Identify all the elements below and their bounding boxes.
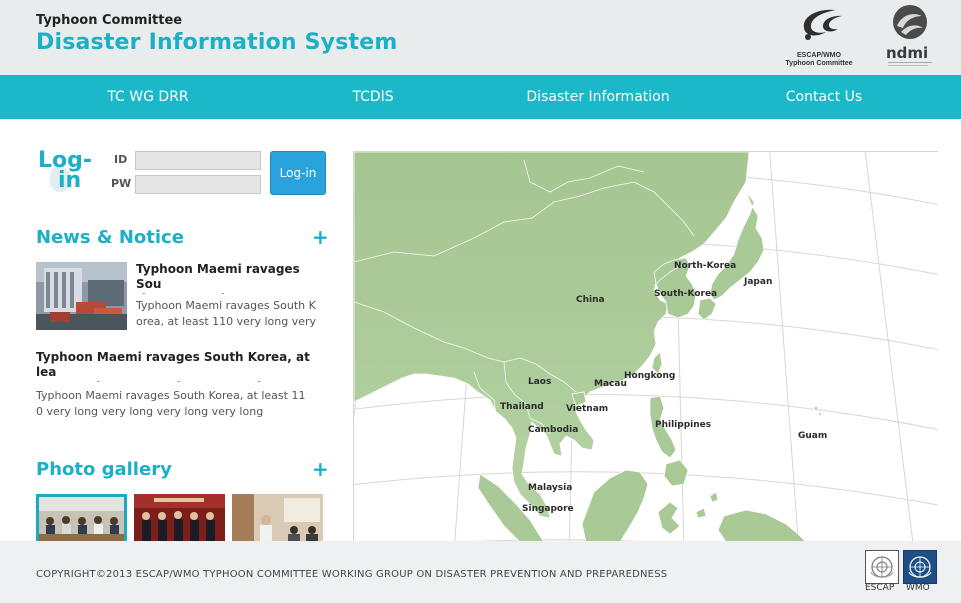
nav-disaster-information[interactable]: Disaster Information: [508, 75, 688, 119]
news-item-summary: Typhoon Maemi ravages South Korea, at le…: [36, 389, 306, 418]
site-title[interactable]: Disaster Information System: [36, 30, 397, 55]
map-label-thailand[interactable]: Thailand: [500, 402, 544, 412]
guam-island-shape: [814, 406, 818, 410]
map-label-singapore[interactable]: Singapore: [522, 504, 574, 514]
map-label-macau[interactable]: Macau: [594, 379, 627, 389]
asia-map[interactable]: North-Korea Japan South-Korea China Hong…: [353, 151, 938, 541]
map-label-cambodia[interactable]: Cambodia: [528, 425, 578, 435]
escap-caption-1: ESCAP/WMO: [797, 52, 841, 59]
site-header: Typhoon Committee Disaster Information S…: [0, 0, 961, 75]
news-item-summary: Typhoon Maemi ravages South K orea, at l…: [136, 299, 317, 328]
map-label-vietnam[interactable]: Vietnam: [566, 404, 608, 414]
escap-wmo-logo[interactable]: ESCAP/WMO Typhoon Committee: [778, 6, 860, 70]
site-subtitle: Typhoon Committee: [36, 13, 183, 28]
login-logo-line2: in: [58, 168, 82, 193]
map-label-china[interactable]: China: [576, 295, 605, 305]
escap-caption-2: Typhoon Committee: [785, 60, 853, 67]
id-label: ID: [114, 153, 128, 166]
id-input[interactable]: [135, 151, 261, 170]
ndmi-logo[interactable]: ndmi: [884, 4, 936, 70]
map-label-malaysia[interactable]: Malaysia: [528, 483, 572, 493]
copyright-text: COPYRIGHT©2013 ESCAP/WMO TYPHOON COMMITT…: [36, 569, 668, 580]
news-thumbnail[interactable]: [36, 262, 127, 330]
presentation-photo-image: [232, 494, 323, 541]
map-label-laos[interactable]: Laos: [528, 377, 551, 387]
map-label-hongkong[interactable]: Hongkong: [624, 371, 675, 381]
nav-tc-wg-drr[interactable]: TC WG DRR: [68, 75, 228, 119]
news-item-headline[interactable]: Typhoon Maemi ravages South Korea, at le…: [36, 350, 328, 382]
nav-contact-us[interactable]: Contact Us: [754, 75, 894, 119]
main-nav: TC WG DRR TCDIS Disaster Information Con…: [0, 75, 961, 119]
ndmi-fineprint-line: [888, 62, 932, 63]
escap-footer-logo[interactable]: [865, 550, 899, 584]
ndmi-fineprint-line: [888, 65, 928, 66]
map-label-north-korea[interactable]: North-Korea: [674, 261, 736, 271]
escap-swirl-icon: [803, 9, 842, 40]
app-root: Typhoon Committee Disaster Information S…: [0, 0, 961, 603]
gallery-thumbnail[interactable]: [134, 494, 225, 541]
pw-input[interactable]: [135, 175, 261, 194]
group-photo-image: [134, 494, 225, 541]
site-footer: COPYRIGHT©2013 ESCAP/WMO TYPHOON COMMITT…: [0, 541, 961, 603]
news-item-headline[interactable]: Typhoon Maemi ravages Sou th Korea, at l…: [136, 262, 328, 294]
login-button[interactable]: Log-in: [270, 151, 326, 195]
gallery-more-button[interactable]: +: [312, 459, 329, 479]
gallery-thumbnail[interactable]: [36, 494, 127, 541]
wmo-footer-logo[interactable]: [903, 550, 937, 584]
map-label-japan[interactable]: Japan: [743, 277, 772, 287]
news-section-title[interactable]: News & Notice: [36, 227, 184, 248]
gallery-thumbnail[interactable]: [232, 494, 323, 541]
meeting-photo-image: [36, 494, 127, 541]
nav-tcdis[interactable]: TCDIS: [293, 75, 453, 119]
un-emblem-icon: [865, 550, 899, 584]
gallery-section-title[interactable]: Photo gallery: [36, 459, 172, 480]
asia-map-canvas: North-Korea Japan South-Korea China Hong…: [354, 152, 938, 541]
wmo-emblem-icon: [903, 550, 937, 584]
escap-footer-caption: ESCAP: [865, 583, 895, 593]
ndmi-wordmark: ndmi: [886, 44, 929, 62]
map-label-philippines[interactable]: Philippines: [655, 420, 711, 430]
login-logo: Log- in: [36, 148, 96, 196]
wmo-footer-caption: WMO: [906, 583, 930, 593]
map-label-south-korea[interactable]: South-Korea: [654, 289, 717, 299]
map-label-guam[interactable]: Guam: [798, 431, 827, 441]
guam-island-shape: [819, 413, 821, 415]
news-more-button[interactable]: +: [312, 227, 329, 247]
ndmi-emblem-icon: [893, 5, 927, 39]
news-photo-image: [36, 262, 127, 330]
pw-label: PW: [111, 177, 132, 190]
